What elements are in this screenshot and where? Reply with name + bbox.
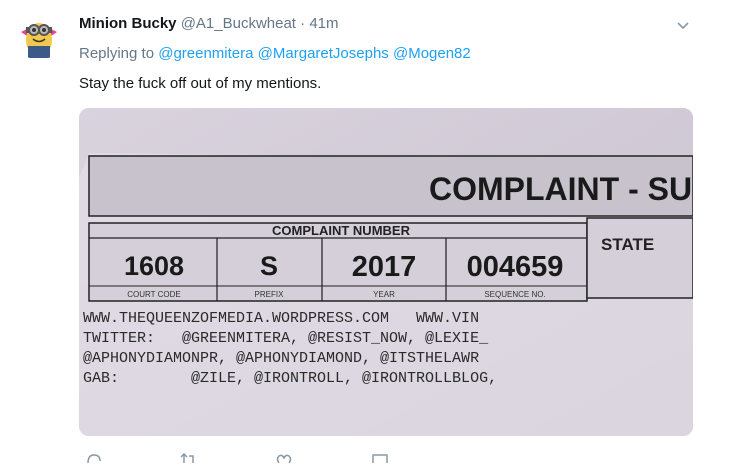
complaint-number-label: COMPLAINT NUMBER [272,223,411,238]
message-icon[interactable] [371,450,389,466]
typed-line: WWW.THEQUEENZOFMEDIA.WORDPRESS.COM WWW.V… [83,310,479,327]
prefix-caption: PREFIX [255,290,285,299]
court-code-value: 1608 [124,251,184,281]
year-caption: YEAR [373,290,395,299]
avatar[interactable] [15,12,63,60]
mention-link[interactable]: @Mogen82 [393,45,471,62]
document-title: COMPLAINT - SU [429,171,692,207]
replying-to: Replying to @greenmitera @MargaretJoseph… [79,45,471,62]
tweet-text: Stay the fuck off out of my mentions. [79,75,322,92]
typed-line: TWITTER: @GREENMITERA, @RESIST_NOW, @LEX… [83,330,489,347]
tweet-header: Minion Bucky @A1_Buckwheat · 41m [79,15,339,32]
typed-line: GAB: @ZILE, @IRONTROLL, @IRONTROLLBLOG, [83,370,497,387]
court-code-caption: COURT CODE [127,290,181,299]
state-label: STATE [601,235,654,254]
year-value: 2017 [352,251,417,283]
sequence-caption: SEQUENCE NO. [484,290,545,299]
handle[interactable]: @A1_Buckwheat [181,15,296,32]
tweet-media-image[interactable]: COMPLAINT - SU COMPLAINT NUMBER 1608 S 2… [79,108,693,436]
mention-link[interactable]: @MargaretJosephs [258,45,389,62]
reply-icon[interactable] [85,450,103,464]
display-name[interactable]: Minion Bucky [79,15,177,32]
retweet-icon[interactable] [179,450,197,463]
timestamp[interactable]: 41m [309,15,338,32]
sequence-value: 004659 [467,251,564,283]
replying-prefix: Replying to [79,45,155,62]
tweet-actions [79,450,693,466]
separator: · [300,15,306,32]
typed-line: @APHONYDIAMONPR, @APHONYDIAMOND, @ITSTHE… [83,350,479,367]
mention-link[interactable]: @greenmitera [158,45,253,62]
chevron-down-icon[interactable] [673,16,693,36]
prefix-value: S [260,251,278,281]
like-icon[interactable] [275,450,293,464]
